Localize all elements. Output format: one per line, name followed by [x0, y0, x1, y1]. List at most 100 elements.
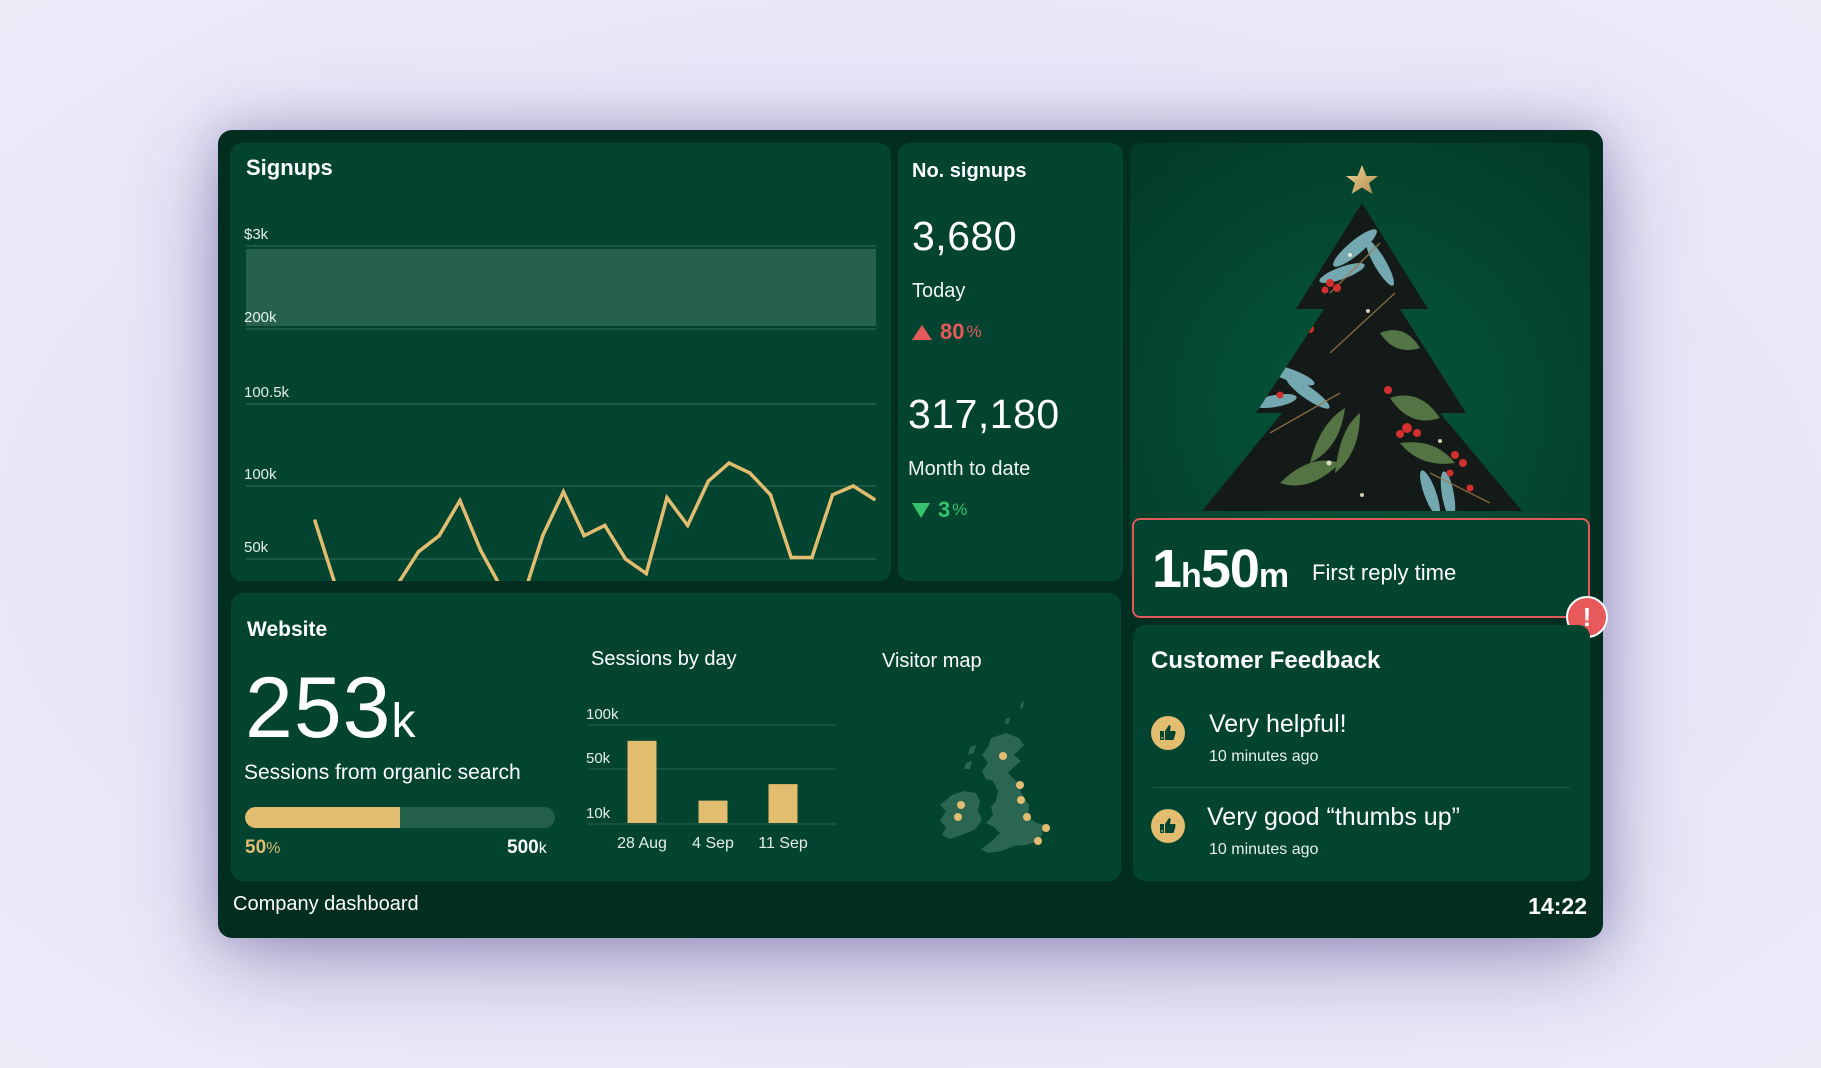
y-tick-label: 100.5k: [244, 384, 290, 401]
today-delta-value: 80: [940, 319, 965, 344]
data-point: [458, 498, 462, 503]
data-point: [665, 495, 669, 500]
month-delta-value: 3: [938, 497, 951, 522]
data-point: [561, 490, 566, 494]
data-point: [416, 549, 421, 554]
today-signups-value: 3,680: [912, 213, 1018, 259]
month-signups-value: 317,180: [908, 391, 1060, 437]
signups-series-line: [313, 460, 875, 581]
bar-4-sep: [698, 800, 728, 823]
progress-target-unit: k: [538, 840, 547, 857]
data-point: [685, 523, 690, 528]
data-point: [851, 484, 856, 488]
visitor-marker[interactable]: [1034, 837, 1042, 845]
data-point: [747, 471, 752, 475]
visitor-marker[interactable]: [1023, 813, 1031, 821]
christmas-tree-panel: [1130, 143, 1590, 581]
chart-highlight-band: [246, 249, 876, 326]
visitor-marker[interactable]: [954, 813, 962, 821]
x-tick-label: 28 Aug: [617, 835, 667, 852]
data-point: [623, 557, 628, 561]
month-delta-unit: %: [952, 500, 968, 519]
month-delta: 3 %: [912, 497, 967, 523]
today-delta: 80 %: [912, 319, 982, 345]
reply-minutes: 50: [1200, 539, 1260, 599]
y-tick-label: $3k: [244, 226, 269, 243]
reply-time-label: First reply time: [1312, 560, 1457, 585]
y-tick-label: 200k: [244, 309, 277, 326]
customer-feedback-panel: Customer Feedback Very helpful! 10 minut…: [1133, 625, 1590, 881]
data-point: [478, 548, 483, 553]
sessions-bar-chart: 100k 50k 10k 28 Aug 4 Sep 11 Sep: [586, 706, 836, 852]
signups-title: Signups: [246, 155, 333, 180]
organic-sessions-number: 253: [245, 660, 392, 756]
visitor-marker[interactable]: [1016, 781, 1024, 789]
feedback-divider: [1153, 787, 1570, 788]
organic-progress-bar: [245, 807, 555, 828]
feedback-time: 10 minutes ago: [1209, 841, 1319, 858]
progress-target-value: 500: [507, 837, 539, 858]
reply-hours-unit: h: [1181, 557, 1202, 595]
uk-ireland-map: [940, 701, 1050, 853]
data-point: [830, 492, 835, 497]
feedback-time: 10 minutes ago: [1209, 748, 1319, 765]
month-label: Month to date: [908, 458, 1031, 480]
tree-body: [1202, 203, 1522, 511]
y-tick-label: 100k: [586, 706, 619, 723]
reply-hours: 1: [1152, 539, 1182, 599]
data-point: [540, 533, 545, 538]
clock: 14:22: [1528, 893, 1587, 919]
visitor-marker[interactable]: [1042, 824, 1050, 832]
visitor-marker[interactable]: [1017, 796, 1025, 804]
progress-percent: 50%: [245, 837, 280, 859]
website-panel: Website 253k Sessions from organic searc…: [231, 593, 1121, 881]
progress-percent-value: 50: [245, 837, 267, 858]
today-label: Today: [912, 280, 966, 302]
x-tick-label: 4 Sep: [692, 835, 734, 852]
no-signups-title: No. signups: [912, 160, 1027, 182]
christmas-tree-illustration: [1202, 165, 1522, 511]
y-tick-label: 50k: [586, 750, 611, 767]
data-point: [810, 555, 814, 560]
y-tick-label: 100k: [244, 466, 277, 483]
sessions-by-day-title: Sessions by day: [591, 648, 737, 670]
progress-target: 500k: [507, 837, 547, 859]
star-icon: [1346, 165, 1378, 194]
no-signups-panel: No. signups 3,680 Today 80 % 317,180 Mon…: [898, 143, 1123, 581]
visitor-marker[interactable]: [957, 801, 965, 809]
website-title: Website: [247, 618, 328, 641]
data-point: [789, 555, 793, 560]
y-tick-label: 50k: [244, 539, 269, 556]
data-point: [603, 523, 607, 528]
organic-sessions-label: Sessions from organic search: [244, 761, 521, 784]
feedback-item: Very helpful! 10 minutes ago: [1151, 710, 1571, 780]
visitor-map[interactable]: [896, 683, 1096, 873]
trend-down-icon: [912, 502, 930, 518]
dashboard-name: Company dashboard: [233, 893, 419, 915]
x-tick-label: 11 Sep: [758, 835, 808, 852]
organic-progress-fill: [245, 807, 400, 828]
data-point: [437, 533, 442, 538]
visitor-map-title: Visitor map: [882, 650, 982, 672]
dashboard-frame: $3k200k100.5k100k50k10k28 Aug4 Sep11 Sep…: [218, 130, 1608, 938]
signups-line-chart: $3k200k100.5k100k50k10k28 Aug4 Sep11 Sep…: [244, 226, 876, 581]
trend-up-icon: [912, 324, 932, 340]
data-point: [768, 492, 773, 497]
thumbs-up-icon: [1151, 716, 1185, 750]
thumbs-up-icon: [1151, 809, 1185, 843]
progress-percent-unit: %: [266, 840, 281, 857]
y-tick-label: 10k: [586, 805, 611, 822]
data-point: [644, 571, 649, 576]
signups-panel: $3k200k100.5k100k50k10k28 Aug4 Sep11 Sep…: [230, 143, 891, 581]
feedback-title: Customer Feedback: [1151, 647, 1381, 674]
today-delta-unit: %: [966, 322, 982, 341]
organic-sessions-value: 253k: [245, 665, 417, 751]
bar-28-aug: [627, 740, 657, 823]
visitor-marker[interactable]: [999, 752, 1007, 760]
first-reply-time-card: 1h50m First reply time !: [1132, 518, 1608, 638]
reply-time-value: 1h50m: [1152, 538, 1289, 600]
feedback-text: Very helpful!: [1209, 710, 1347, 738]
bar-11-sep: [768, 784, 798, 823]
data-point: [706, 479, 711, 483]
data-point: [727, 461, 731, 465]
